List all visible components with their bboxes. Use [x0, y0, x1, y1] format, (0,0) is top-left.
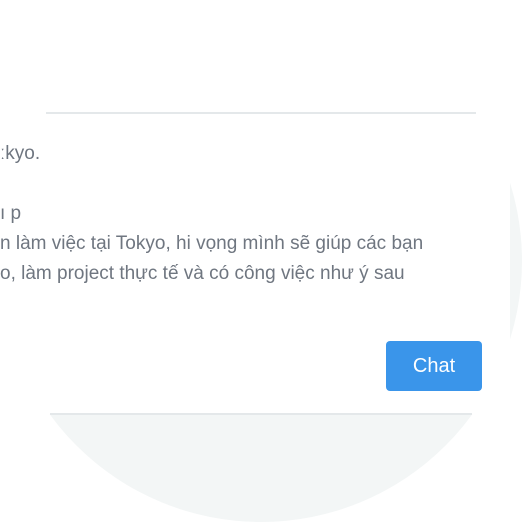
- bottom-divider: [50, 413, 472, 415]
- profile-card-stage: ːkyo. ı p n làm việc tại Tokyo, hi vọng …: [0, 0, 522, 522]
- chat-button[interactable]: Chat: [386, 341, 482, 391]
- message-line-1: ːkyo.: [0, 143, 41, 164]
- top-divider: [46, 112, 476, 114]
- message-line-3: n làm việc tại Tokyo, hi vọng mình sẽ gi…: [0, 233, 424, 254]
- message-line-4: o, làm project thực tế và có công việc n…: [0, 263, 405, 284]
- message-line-2: ı p: [0, 203, 22, 224]
